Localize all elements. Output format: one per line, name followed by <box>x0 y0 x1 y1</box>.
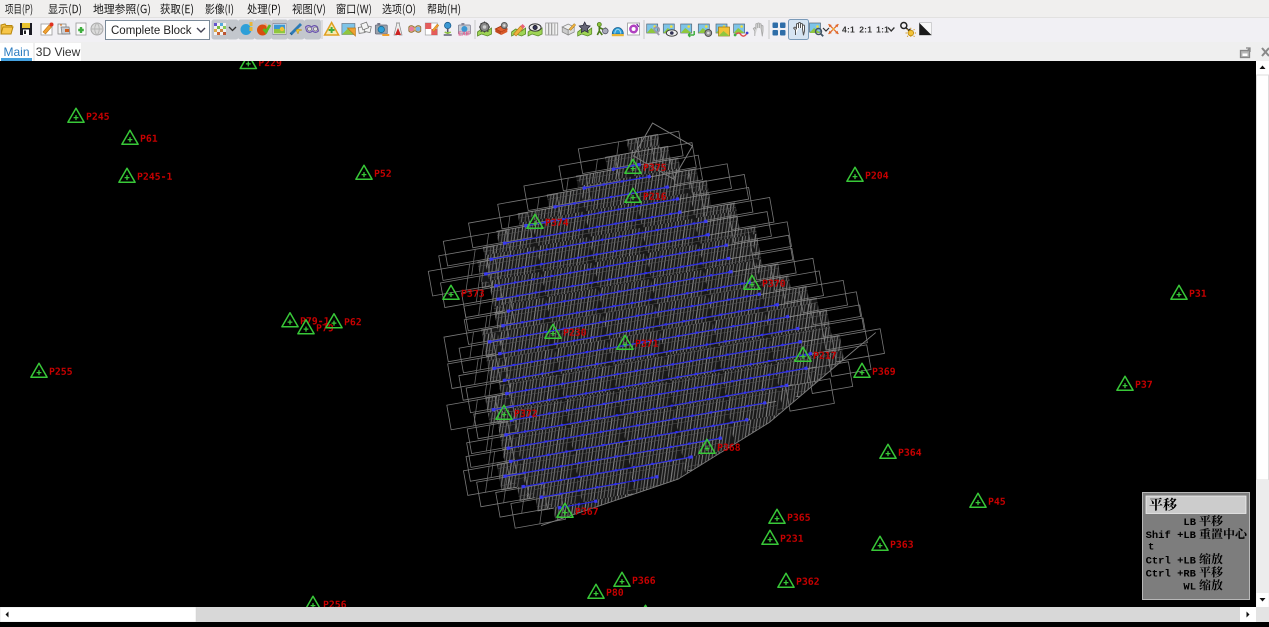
svg-text:2:1: 2:1 <box>859 25 872 35</box>
svg-text:t: t <box>1148 541 1154 553</box>
svg-text:4:1: 4:1 <box>842 25 855 35</box>
svg-text:EXIF: EXIF <box>458 32 471 38</box>
svg-text:WL: WL <box>1183 581 1196 593</box>
svg-text:1:1: 1:1 <box>876 25 889 35</box>
svg-text:Complete Block: Complete Block <box>111 25 192 37</box>
svg-text:Ctrl +RB: Ctrl +RB <box>1146 568 1197 580</box>
svg-text:Ctrl +LB: Ctrl +LB <box>1146 555 1197 567</box>
svg-text:LB: LB <box>1183 517 1196 529</box>
